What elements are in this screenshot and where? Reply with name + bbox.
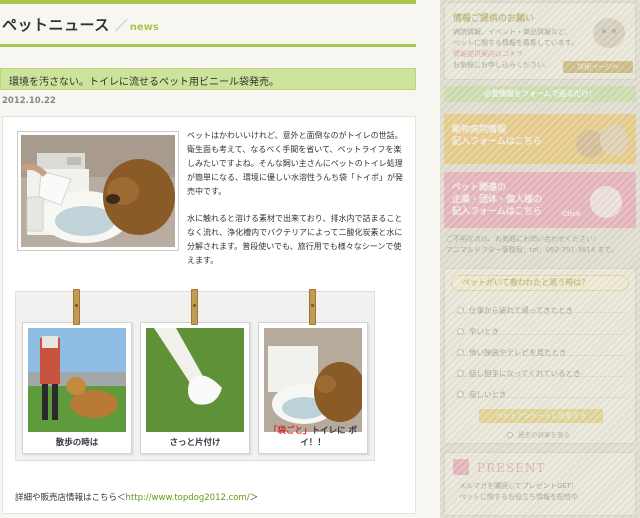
details-prefix: 詳細や販売店情報はこちら＜ [15,493,126,503]
top-rule [0,0,416,4]
details-suffix: ＞ [249,493,259,503]
article-headline: 環境を汚さない。トイレに流せるペット用ビニール袋発売。 [9,77,279,88]
radio-icon [457,391,464,398]
clothespin-icon [309,289,316,325]
details-line: 詳細や販売店情報はこちら＜http://www.topdog2012.com/＞ [15,491,258,503]
poll-option[interactable]: 仕事から疲れて帰ってきたとき [457,305,573,316]
notice-link[interactable]: 情報提供案内はコチラ [453,49,585,60]
cat-dog-illustration-icon [576,124,628,158]
radio-icon [507,432,513,438]
details-link[interactable]: http://www.topdog2012.com/ [126,493,250,503]
poll-option[interactable]: 辛いとき [457,326,499,337]
caption-toilet: 「袋ごと」トイレに ポイ！！ [259,424,367,448]
poll-results-link[interactable]: 過去の結果を見る [507,429,570,439]
poll-option-label: 寂しいとき [469,390,507,399]
article-body: ペットはかわいいけれど、意外と面倒なのがトイレの世話。衛生面も考えて、なるべく手… [187,129,409,268]
article-box: ペットはかわいいけれど、意外と面倒なのがトイレの世話。衛生面も考えて、なるべく手… [2,116,416,514]
article-paragraph: 水に触れると溶ける素材で出来ており、排水内で詰まることなく流れ、浄化槽内でバクテ… [187,214,403,265]
present-panel: PRESENT メルマガを購読してプレゼントGET！ ペットに関するお役立ち情報… [444,452,636,516]
banner-click: Click [562,210,581,218]
poll-option-label: 辛いとき [469,327,499,336]
polaroid-toilet: 「袋ごと」トイレに ポイ！！ [258,289,368,454]
polaroid-cleanup: さっと片付け [140,289,250,454]
page-title: ペットニュース [2,16,110,34]
caption-walk: 散歩の時は [55,438,99,448]
main-photo [17,131,179,251]
photo-gallery: 散歩の時は さっと片付け 「袋ごと」トイレに ポイ！！ [15,289,375,461]
poll-option-label: 怖い映画やテレビを見たとき [469,348,567,357]
cleanup-photo [146,328,244,432]
present-line: ペットに関するお役立ち情報を配信中 [459,493,578,501]
form-heading: 必要情報をフォームで送るだけ！ [444,86,636,102]
headline-bar: 環境を汚さない。トイレに流せるペット用ビニール袋発売。 [0,68,416,90]
title-rule [0,44,416,47]
radio-icon [457,349,464,356]
hospital-form-banner[interactable]: 動物病院情報 記入フォームはこちら [444,114,636,164]
sidebar: 情報ご提供のお願い 病院情報、イベント・商品情報など、 ペットに関する情報を募集… [440,0,640,518]
present-text: メルマガを購読してプレゼントGET！ ペットに関するお役立ち情報を配信中 [459,481,578,503]
article-paragraph: ペットはかわいいけれど、意外と面倒なのがトイレの世話。衛生面も考えて、なるべく手… [187,131,403,196]
present-title: PRESENT [477,461,546,475]
poll-option[interactable]: 話し相手になってくれているとき [457,368,581,379]
contact-text: ご不明な点は、お気軽にお問い合わせください！ アニマルドクター事務局：tel：0… [446,234,636,256]
gift-icon [453,459,469,475]
section-title: ペットニュース ／ news [2,14,416,44]
notice-title: 情報ご提供のお願い [453,14,535,24]
contact-line: アニマルドクター事務局：tel：092-791-3614 まで。 [446,246,619,254]
clothespin-icon [73,289,80,325]
radio-icon [457,370,464,377]
title-tag: news [129,22,159,33]
caption-accent: 「袋ごと」 [269,426,312,436]
poll-submit-button[interactable]: ペットアンケートに投票する [479,409,603,423]
contact-line: ご不明な点は、お気軽にお問い合わせください！ [446,235,600,243]
polaroid-walk: 散歩の時は [22,289,132,454]
caption-cleanup: さっと片付け [169,438,221,448]
post-date: 2012.10.22 [2,96,56,106]
dog-toilet-photo [21,135,175,247]
notice-line: ペットに関する情報を募集しています。 [453,39,579,47]
sidebar-notice: 情報ご提供のお願い 病院情報、イベント・商品情報など、 ペットに関する情報を募集… [444,2,636,80]
notice-line: 病院情報、イベント・商品情報など、 [453,28,572,36]
poll-option-label: 仕事から疲れて帰ってきたとき [469,306,574,315]
radio-icon [457,307,464,314]
toilet-photo [264,328,362,432]
walk-photo [28,328,126,432]
notice-detail-button[interactable]: 詳細ページへ [563,61,633,73]
clothespin-icon [191,289,198,325]
poll-panel: ペットがいて救われたと思う時は？ 仕事から疲れて帰ってきたとき 辛いとき 怖い映… [444,268,636,444]
poll-option[interactable]: 寂しいとき [457,389,507,400]
dog-illustration-icon [593,18,625,48]
event-form-banner[interactable]: ペット関連の 企業・団体・個人様の 記入フォームはこちら Click [444,172,636,228]
poll-results-label: 過去の結果を見る [518,431,570,439]
radio-icon [457,328,464,335]
main-column: ペットニュース ／ news 環境を汚さない。トイレに流せるペット用ビニール袋発売。… [0,0,440,518]
title-slash: ／ [114,19,128,34]
present-line: メルマガを購読してプレゼントGET！ [459,482,578,490]
dog-illustration-icon [590,186,622,218]
poll-option-label: 話し相手になってくれているとき [469,369,581,378]
poll-option[interactable]: 怖い映画やテレビを見たとき [457,347,567,358]
poll-title: ペットがいて救われたと思う時は？ [451,275,629,291]
